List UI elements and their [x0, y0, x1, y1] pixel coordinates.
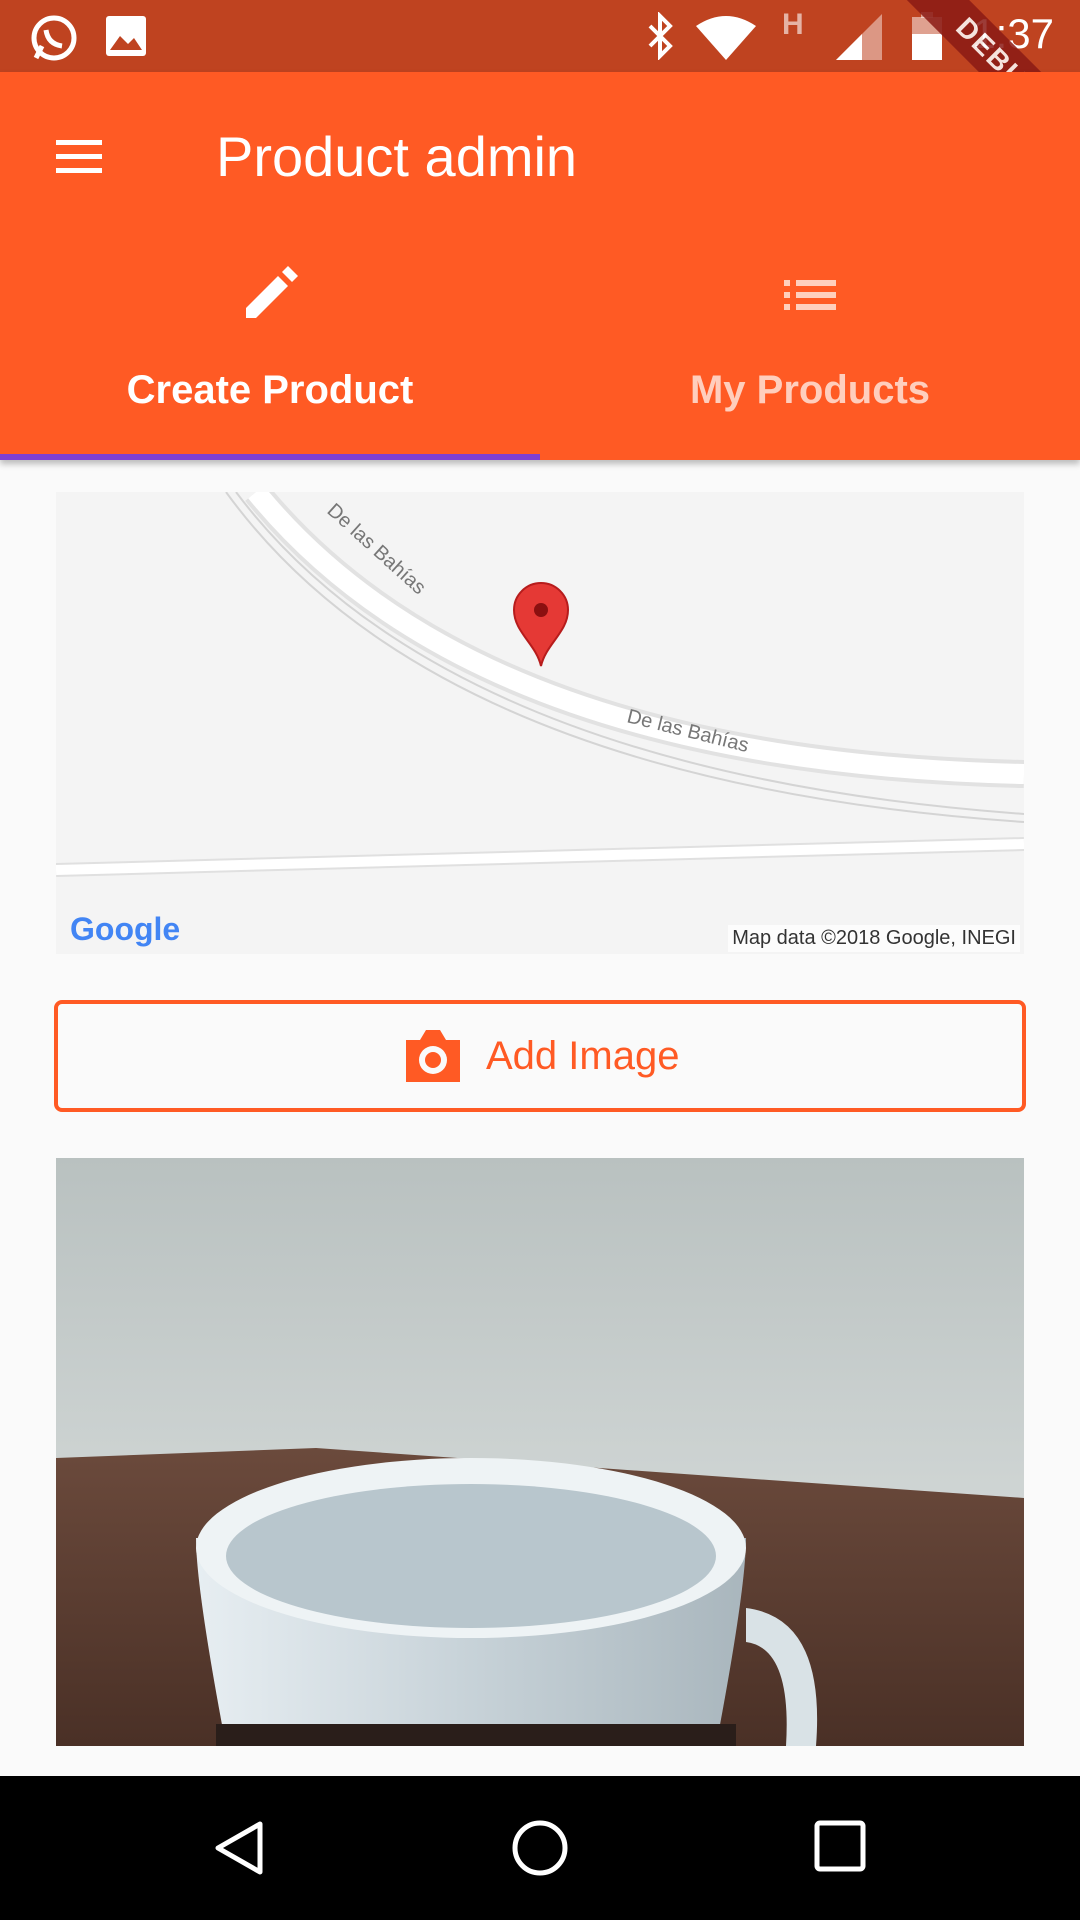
system-nav-bar — [0, 1776, 1080, 1920]
tab-label: Create Product — [126, 368, 414, 412]
mug-photo — [56, 1158, 1024, 1746]
map-view[interactable]: De las Bahías De las Bahías Google Map d… — [56, 492, 1024, 954]
map-attribution: Map data ©2018 Google, INEGI — [728, 925, 1020, 952]
signal-icon — [836, 14, 882, 60]
map-roads: De las Bahías De las Bahías — [56, 492, 1024, 877]
back-icon[interactable] — [210, 1818, 270, 1878]
tab-my-products[interactable]: My Products — [540, 260, 1080, 460]
camera-icon — [406, 1030, 460, 1082]
status-bar: H 1:37 DEBUG — [0, 0, 1080, 184]
tab-label: My Products — [689, 368, 931, 412]
home-icon[interactable] — [510, 1818, 570, 1878]
list-icon — [784, 280, 836, 310]
whatsapp-icon — [31, 15, 77, 61]
add-image-label: Add Image — [486, 1034, 680, 1078]
pencil-icon — [246, 266, 298, 318]
menu-button[interactable] — [48, 126, 120, 186]
hamburger-menu-icon — [56, 140, 102, 173]
tab-indicator — [0, 454, 540, 460]
image-icon — [106, 16, 146, 56]
recents-icon[interactable] — [812, 1818, 868, 1874]
add-image-button[interactable]: Add Image — [54, 1000, 1026, 1112]
product-image-preview — [56, 1158, 1024, 1746]
wifi-icon — [696, 16, 756, 60]
network-type-label: H — [782, 8, 804, 41]
page-title: Product admin — [216, 125, 578, 188]
tab-create-product[interactable]: Create Product — [0, 260, 540, 460]
app-bar: Product admin Create Product My Products — [0, 72, 1080, 460]
google-logo: Google — [70, 911, 181, 947]
bluetooth-icon — [648, 12, 673, 60]
map-pin-icon[interactable] — [512, 582, 570, 668]
